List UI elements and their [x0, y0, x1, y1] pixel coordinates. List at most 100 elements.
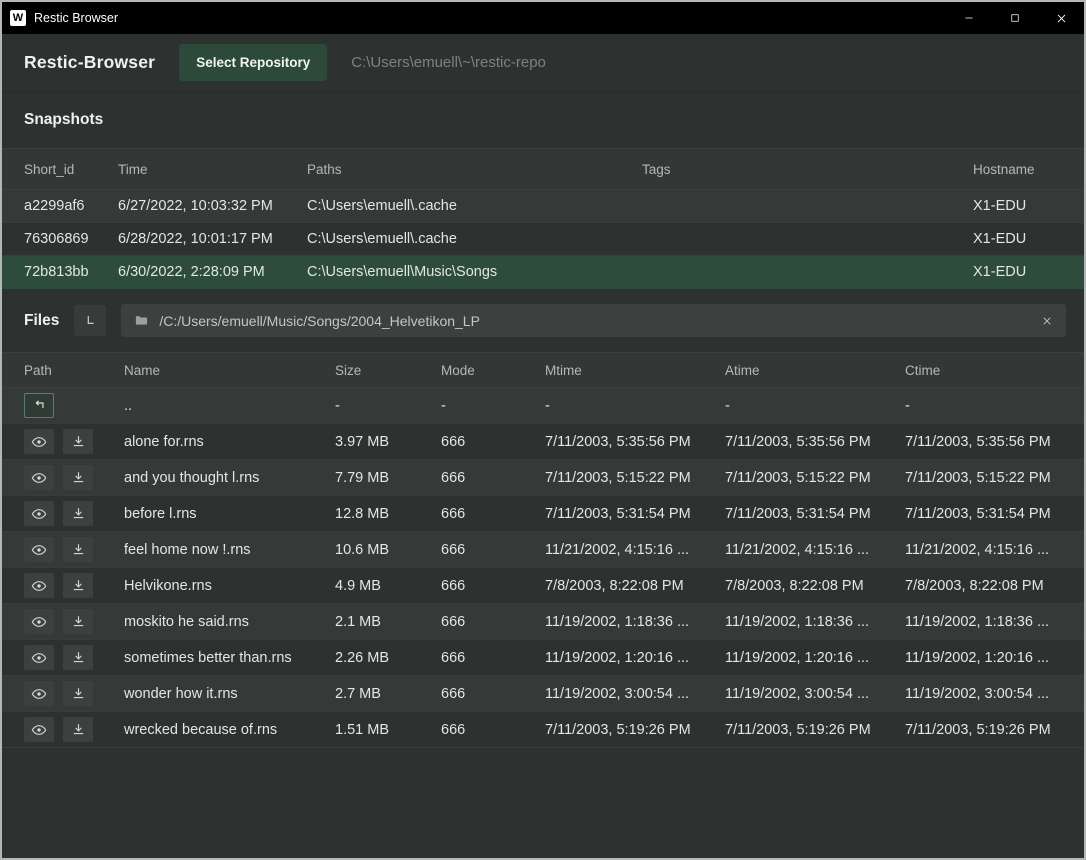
snapshot-paths: C:\Users\emuell\Music\Songs [307, 264, 642, 280]
go-up-button[interactable] [24, 393, 54, 418]
file-size: 2.26 MB [335, 650, 441, 666]
snapshot-row-selected[interactable]: 72b813bb 6/30/2022, 2:28:09 PM C:\Users\… [2, 256, 1084, 289]
download-icon [71, 614, 86, 629]
file-mtime: 7/11/2003, 5:15:22 PM [545, 470, 725, 486]
file-mtime: 7/8/2003, 8:22:08 PM [545, 578, 725, 594]
view-file-button[interactable] [24, 429, 54, 454]
file-mtime: 7/11/2003, 5:19:26 PM [545, 722, 725, 738]
column-time: Time [118, 162, 307, 177]
eye-icon [31, 614, 47, 630]
download-icon [71, 470, 86, 485]
snapshot-hostname: X1-EDU [973, 264, 1062, 280]
parent-directory-row[interactable]: .. - - - - - [2, 388, 1084, 424]
file-row[interactable]: and you thought l.rns 7.79 MB 666 7/11/2… [2, 460, 1084, 496]
snapshots-title: Snapshots [24, 111, 103, 129]
file-ctime: 11/19/2002, 3:00:54 ... [905, 686, 1062, 702]
eye-icon [31, 434, 47, 450]
app-title: Restic-Browser [24, 52, 155, 73]
view-file-button[interactable] [24, 717, 54, 742]
column-hostname: Hostname [973, 162, 1062, 177]
file-row[interactable]: before l.rns 12.8 MB 666 7/11/2003, 5:31… [2, 496, 1084, 532]
download-file-button[interactable] [63, 717, 93, 742]
close-button[interactable] [1038, 2, 1084, 34]
view-file-button[interactable] [24, 681, 54, 706]
snapshot-row[interactable]: a2299af6 6/27/2022, 10:03:32 PM C:\Users… [2, 190, 1084, 223]
column-path: Path [24, 363, 124, 378]
current-path-bar[interactable]: /C:/Users/emuell/Music/Songs/2004_Helvet… [121, 304, 1066, 337]
column-name: Name [124, 363, 335, 378]
snapshot-hostname: X1-EDU [973, 231, 1062, 247]
file-size: 3.97 MB [335, 434, 441, 450]
window-controls [946, 2, 1084, 34]
column-ctime: Ctime [905, 363, 1062, 378]
current-path-text: /C:/Users/emuell/Music/Songs/2004_Helvet… [159, 313, 1031, 329]
minimize-button[interactable] [946, 2, 992, 34]
file-mtime: 11/19/2002, 1:18:36 ... [545, 614, 725, 630]
files-title: Files [24, 312, 59, 330]
file-name: feel home now !.rns [124, 542, 335, 558]
snapshot-row[interactable]: 76306869 6/28/2022, 10:01:17 PM C:\Users… [2, 223, 1084, 256]
download-file-button[interactable] [63, 465, 93, 490]
snapshot-time: 6/30/2022, 2:28:09 PM [118, 264, 307, 280]
folder-icon [134, 313, 149, 328]
file-size: 1.51 MB [335, 722, 441, 738]
snapshot-short-id: 76306869 [24, 231, 118, 247]
empty-area [2, 748, 1084, 858]
download-icon [71, 686, 86, 701]
file-row[interactable]: feel home now !.rns 10.6 MB 666 11/21/20… [2, 532, 1084, 568]
file-mode: 666 [441, 542, 545, 558]
eye-icon [31, 542, 47, 558]
eye-icon [31, 578, 47, 594]
file-row[interactable]: wonder how it.rns 2.7 MB 666 11/19/2002,… [2, 676, 1084, 712]
file-mode: 666 [441, 470, 545, 486]
view-file-button[interactable] [24, 537, 54, 562]
file-atime: 7/8/2003, 8:22:08 PM [725, 578, 905, 594]
window-title: Restic Browser [34, 11, 118, 25]
file-mode: 666 [441, 722, 545, 738]
files-root-button[interactable] [74, 305, 106, 336]
file-atime: 7/11/2003, 5:15:22 PM [725, 470, 905, 486]
download-file-button[interactable] [63, 501, 93, 526]
file-mtime: 7/11/2003, 5:31:54 PM [545, 506, 725, 522]
file-row[interactable]: Helvikone.rns 4.9 MB 666 7/8/2003, 8:22:… [2, 568, 1084, 604]
view-file-button[interactable] [24, 465, 54, 490]
view-file-button[interactable] [24, 573, 54, 598]
file-row[interactable]: moskito he said.rns 2.1 MB 666 11/19/200… [2, 604, 1084, 640]
file-row[interactable]: sometimes better than.rns 2.26 MB 666 11… [2, 640, 1084, 676]
file-mtime: 11/21/2002, 4:15:16 ... [545, 542, 725, 558]
file-name: alone for.rns [124, 434, 335, 450]
download-file-button[interactable] [63, 573, 93, 598]
clear-path-button[interactable] [1041, 315, 1053, 327]
download-file-button[interactable] [63, 645, 93, 670]
files-table-header: Path Name Size Mode Mtime Atime Ctime [2, 352, 1084, 388]
view-file-button[interactable] [24, 609, 54, 634]
download-file-button[interactable] [63, 609, 93, 634]
view-file-button[interactable] [24, 501, 54, 526]
download-file-button[interactable] [63, 681, 93, 706]
file-atime: 11/19/2002, 1:20:16 ... [725, 650, 905, 666]
l-corner-icon [83, 313, 98, 328]
file-name: wrecked because of.rns [124, 722, 335, 738]
download-icon [71, 650, 86, 665]
download-file-button[interactable] [63, 537, 93, 562]
snapshot-paths: C:\Users\emuell\.cache [307, 231, 642, 247]
select-repository-button[interactable]: Select Repository [179, 44, 327, 81]
file-ctime: 11/19/2002, 1:18:36 ... [905, 614, 1062, 630]
download-file-button[interactable] [63, 429, 93, 454]
file-row[interactable]: wrecked because of.rns 1.51 MB 666 7/11/… [2, 712, 1084, 748]
file-name: moskito he said.rns [124, 614, 335, 630]
app-window: W Restic Browser Restic-Browser Select R… [0, 0, 1086, 860]
file-row[interactable]: alone for.rns 3.97 MB 666 7/11/2003, 5:3… [2, 424, 1084, 460]
file-ctime: 7/11/2003, 5:15:22 PM [905, 470, 1062, 486]
snapshot-time: 6/27/2022, 10:03:32 PM [118, 198, 307, 214]
snapshot-paths: C:\Users\emuell\.cache [307, 198, 642, 214]
view-file-button[interactable] [24, 645, 54, 670]
repository-path: C:\Users\emuell\~\restic-repo [351, 54, 546, 71]
file-ctime: 7/8/2003, 8:22:08 PM [905, 578, 1062, 594]
app-header: Restic-Browser Select Repository C:\User… [2, 34, 1084, 92]
file-atime: 7/11/2003, 5:35:56 PM [725, 434, 905, 450]
maximize-button[interactable] [992, 2, 1038, 34]
download-icon [71, 578, 86, 593]
file-name: before l.rns [124, 506, 335, 522]
download-icon [71, 506, 86, 521]
